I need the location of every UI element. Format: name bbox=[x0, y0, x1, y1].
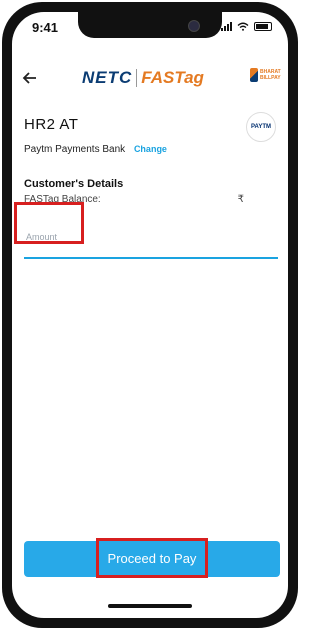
bbps-mark-icon bbox=[250, 68, 258, 82]
notch bbox=[78, 12, 222, 38]
amount-highlight-box bbox=[14, 202, 84, 244]
signal-icon bbox=[221, 21, 232, 31]
proceed-highlight-box bbox=[96, 538, 208, 578]
app-screen: 9:41 NETC FASTag BHARAT BILLPAY HR2 AT P… bbox=[12, 12, 288, 618]
bbps-text: BHARAT BILLPAY bbox=[260, 69, 281, 81]
customer-details-title: Customer's Details bbox=[24, 178, 124, 190]
bank-name: Paytm Payments Bank bbox=[24, 144, 126, 155]
battery-icon bbox=[254, 21, 272, 31]
change-bank-link[interactable]: Change bbox=[134, 144, 167, 154]
bank-logo: PAYTM bbox=[246, 112, 276, 142]
camera-icon bbox=[188, 20, 200, 32]
bank-logo-text: PAYTM bbox=[250, 124, 271, 130]
rupee-symbol: ₹ bbox=[237, 194, 244, 205]
status-time: 9:41 bbox=[32, 20, 59, 35]
phone-frame: 9:41 NETC FASTag BHARAT BILLPAY HR2 AT P… bbox=[2, 2, 298, 628]
bank-row: Paytm Payments Bank Change bbox=[24, 144, 167, 155]
brand-logos: NETC FASTag bbox=[82, 68, 204, 88]
app-header: NETC FASTag BHARAT BILLPAY bbox=[12, 64, 288, 100]
bharat-billpay-logo: BHARAT BILLPAY bbox=[250, 68, 284, 82]
fastag-logo: FASTag bbox=[141, 68, 204, 87]
back-arrow-icon[interactable] bbox=[20, 68, 40, 88]
wifi-icon bbox=[237, 22, 249, 31]
home-indicator bbox=[108, 604, 192, 608]
vehicle-number: HR2 AT bbox=[24, 116, 79, 133]
amount-underline bbox=[24, 257, 278, 259]
netc-logo: NETC bbox=[82, 68, 133, 87]
logo-divider bbox=[136, 69, 138, 87]
status-icons bbox=[221, 21, 272, 31]
